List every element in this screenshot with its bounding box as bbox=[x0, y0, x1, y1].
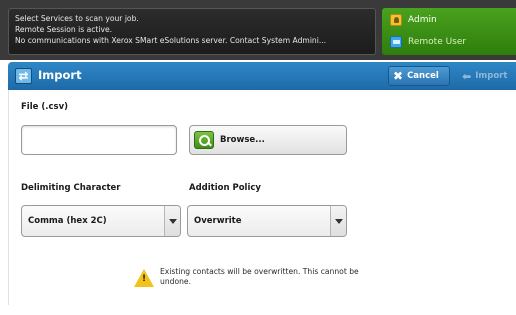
admin-icon bbox=[390, 14, 402, 26]
delimiting-character-label: Delimiting Character bbox=[21, 183, 121, 193]
status-bar: Select Services to scan your job. Remote… bbox=[0, 0, 516, 60]
addition-policy-label: Addition Policy bbox=[189, 183, 261, 193]
chevron-down-icon[interactable] bbox=[330, 206, 346, 236]
remote-user-row[interactable]: Remote User bbox=[390, 36, 466, 48]
title-bar: ⇄ Import ✖ Cancel ⬅ Import bbox=[8, 62, 516, 90]
warning-message: ! Existing contacts will be overwritten.… bbox=[134, 265, 394, 293]
cancel-label: Cancel bbox=[407, 71, 439, 81]
file-label: File (.csv) bbox=[21, 102, 68, 112]
import-label: Import bbox=[475, 71, 508, 81]
remote-user-label: Remote User bbox=[408, 37, 467, 47]
delimiting-character-select[interactable]: Comma (hex 2C) bbox=[21, 205, 181, 237]
remote-user-icon bbox=[390, 36, 402, 48]
browse-label: Browse... bbox=[220, 135, 265, 145]
admin-row[interactable]: Admin bbox=[390, 14, 437, 26]
import-icon: ⇄ bbox=[15, 68, 32, 84]
arrow-left-icon: ⬅ bbox=[462, 69, 472, 83]
status-message-panel[interactable]: Select Services to scan your job. Remote… bbox=[8, 8, 376, 55]
close-icon: ✖ bbox=[393, 69, 404, 83]
status-line: No communications with Xerox SMart eSolu… bbox=[15, 36, 327, 45]
user-panel[interactable]: Admin Remote User bbox=[382, 8, 516, 55]
admin-label: Admin bbox=[408, 15, 437, 25]
cancel-button[interactable]: ✖ Cancel bbox=[388, 66, 450, 86]
browse-button[interactable]: Browse... bbox=[189, 125, 347, 155]
addition-policy-value: Overwrite bbox=[194, 216, 242, 226]
search-icon bbox=[194, 131, 214, 149]
chevron-down-icon[interactable] bbox=[164, 206, 180, 236]
addition-policy-select[interactable]: Overwrite bbox=[187, 205, 347, 237]
file-path-input[interactable] bbox=[21, 125, 177, 155]
import-button[interactable]: ⬅ Import bbox=[456, 66, 516, 86]
import-form: File (.csv) Browse... Delimiting Charact… bbox=[8, 90, 516, 305]
delimiting-character-value: Comma (hex 2C) bbox=[28, 216, 107, 226]
status-line: Remote Session is active. bbox=[15, 25, 113, 34]
warning-text: Existing contacts will be overwritten. T… bbox=[160, 267, 359, 286]
page-title: Import bbox=[38, 68, 82, 82]
status-line: Select Services to scan your job. bbox=[15, 14, 139, 23]
warning-icon-mark: ! bbox=[141, 274, 147, 284]
